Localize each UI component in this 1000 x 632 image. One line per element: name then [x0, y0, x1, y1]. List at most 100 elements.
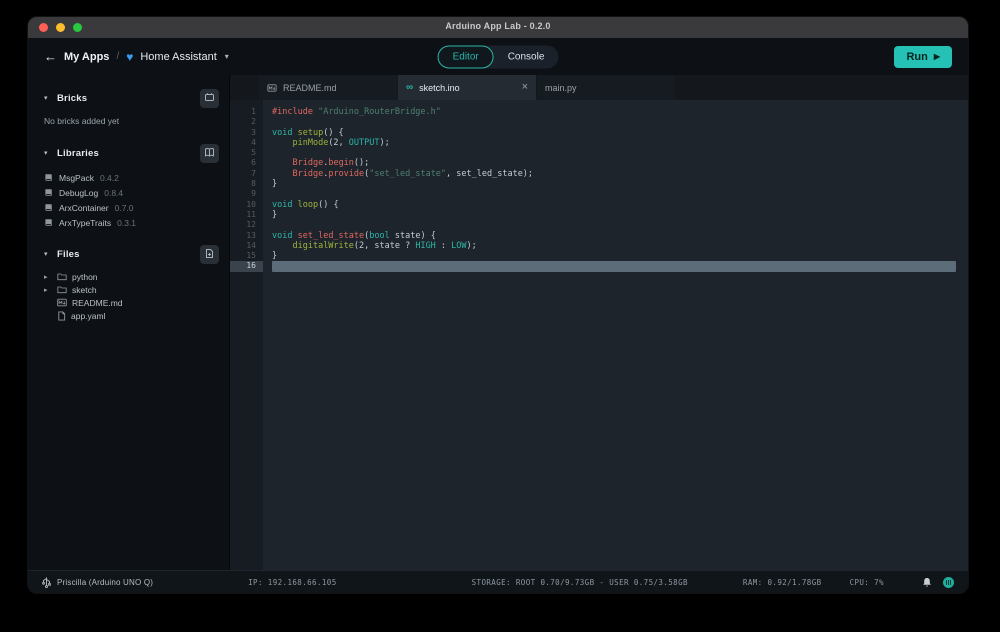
book-icon [44, 218, 53, 227]
editor-tab-bar: README.md ∞ sketch.ino × main.py [230, 75, 968, 100]
code-line[interactable] [272, 261, 956, 272]
device-status[interactable]: Priscilla (Arduino UNO Q) [42, 576, 153, 588]
chevron-right-icon[interactable]: ▸ [44, 273, 52, 281]
breadcrumb-app-name[interactable]: Home Assistant [140, 51, 216, 63]
book-icon [44, 188, 53, 197]
add-file-button[interactable] [200, 244, 219, 264]
bricks-section-title: Bricks [57, 92, 88, 104]
library-version: 0.3.1 [117, 217, 137, 228]
file-name: app.yaml [71, 310, 106, 321]
code-lines[interactable]: #include "Arduino_RouterBridge.h" void s… [263, 100, 968, 570]
status-bar: Priscilla (Arduino UNO Q) IP: 192.168.66… [28, 570, 968, 593]
markdown-file-icon [57, 298, 67, 307]
code-line[interactable]: void setup() { [272, 128, 968, 138]
folder-icon [57, 272, 67, 281]
library-item[interactable]: ArxContainer 0.7.0 [44, 200, 229, 215]
library-version: 0.8.4 [104, 187, 124, 198]
line-number: 14 [246, 240, 256, 250]
bricks-section-header[interactable]: ▾ Bricks [44, 88, 219, 108]
code-line[interactable]: pinMode(2, OUTPUT); [272, 138, 968, 148]
arduino-sketch-icon: ∞ [406, 81, 414, 93]
file-name: sketch [72, 284, 97, 295]
editor-panel: README.md ∞ sketch.ino × main.py 1 2 3 4 5 6 7 8 9 10… [230, 75, 968, 570]
add-library-button[interactable] [200, 143, 219, 163]
line-number: 7 [251, 168, 256, 178]
code-editor[interactable]: 1 2 3 4 5 6 7 8 9 10 11 12 13 14 15 16 #include "Arduin… [230, 100, 968, 570]
ram-stat: RAM: 0.92/1.78GB [742, 577, 822, 587]
libraries-section-title: Libraries [57, 147, 99, 159]
library-item[interactable]: MsgPack 0.4.2 [44, 170, 229, 185]
editor-tab-main-py[interactable]: main.py [537, 75, 675, 100]
line-number: 12 [246, 220, 256, 230]
library-item[interactable]: ArxTypeTraits 0.3.1 [44, 215, 229, 230]
code-line[interactable]: } [272, 251, 968, 261]
line-number: 15 [246, 251, 256, 261]
code-line[interactable]: digitalWrite(2, state ? HIGH : LOW); [272, 241, 968, 251]
library-version: 0.7.0 [114, 202, 134, 213]
chevron-right-icon[interactable]: ▸ [44, 286, 52, 294]
code-line[interactable]: void loop() { [272, 200, 968, 210]
storage-stat: STORAGE: ROOT 0.70/9.73GB - USER 0.75/3.… [471, 577, 688, 587]
add-brick-button[interactable] [200, 88, 219, 108]
title-bar[interactable]: Arduino App Lab - 0.2.0 [28, 17, 968, 38]
code-line[interactable]: } [272, 210, 968, 220]
library-name: MsgPack [59, 172, 94, 183]
bricks-empty-message: No bricks added yet [44, 116, 120, 126]
view-toggle: Editor Console [437, 45, 559, 68]
window-title: Arduino App Lab - 0.2.0 [445, 21, 551, 31]
run-button[interactable]: Run ▶ [894, 45, 952, 68]
line-number: 5 [251, 148, 256, 158]
back-arrow-icon[interactable]: ← [44, 49, 57, 64]
close-icon[interactable]: × [522, 82, 528, 93]
code-line[interactable] [272, 189, 968, 199]
chevron-down-icon[interactable]: ▾ [44, 250, 57, 258]
code-line[interactable]: Bridge.begin(); [272, 158, 968, 168]
breadcrumb-my-apps[interactable]: My Apps [64, 51, 109, 63]
libraries-section-header[interactable]: ▾ Libraries [44, 143, 219, 163]
editor-tab-readme-md[interactable]: README.md [259, 75, 397, 100]
device-name: Priscilla (Arduino UNO Q) [57, 577, 154, 587]
library-name: ArxContainer [59, 202, 109, 213]
book-icon [44, 203, 53, 212]
line-number: 2 [251, 117, 256, 127]
code-line[interactable] [272, 148, 968, 158]
chevron-down-icon[interactable]: ▾ [44, 149, 57, 157]
library-item[interactable]: DebugLog 0.8.4 [44, 185, 229, 200]
sidebar: ▾ Bricks No bricks added yet ▾ Libraries [28, 75, 230, 570]
tab-console[interactable]: Console [494, 45, 559, 68]
book-icon [44, 173, 53, 182]
line-number: 9 [251, 189, 256, 199]
folder-item-sketch[interactable]: ▸ sketch [44, 283, 229, 296]
desktop-background: Arduino App Lab - 0.2.0 ← My Apps / ♥ Ho… [0, 0, 1000, 632]
file-item-readme-md[interactable]: README.md [44, 296, 229, 309]
chevron-down-icon[interactable]: ▾ [225, 52, 229, 61]
folder-item-python[interactable]: ▸ python [44, 270, 229, 283]
bell-icon[interactable] [922, 577, 932, 588]
file-plus-icon [204, 247, 215, 262]
ip-address: IP: 192.168.66.105 [248, 577, 337, 587]
editor-tab-sketch-ino[interactable]: ∞ sketch.ino × [398, 75, 536, 100]
top-nav: ← My Apps / ♥ Home Assistant ▾ Editor Co… [28, 38, 968, 75]
chevron-down-icon[interactable]: ▾ [44, 94, 57, 102]
code-line[interactable]: void set_led_state(bool state) { [272, 231, 968, 241]
code-line[interactable]: } [272, 179, 968, 189]
code-line[interactable] [272, 220, 968, 230]
folder-icon [57, 285, 67, 294]
files-section-header[interactable]: ▾ Files [44, 244, 219, 264]
code-line[interactable] [272, 117, 968, 127]
line-number: 3 [251, 127, 256, 137]
tab-label: README.md [283, 82, 337, 93]
line-number: 4 [251, 137, 256, 147]
status-bar-icons [922, 576, 954, 588]
file-item-app-yaml[interactable]: app.yaml [44, 309, 229, 322]
status-indicator-icon[interactable] [943, 576, 954, 588]
content-area: ▾ Bricks No bricks added yet ▾ Libraries [28, 75, 968, 570]
code-line[interactable]: Bridge.provide("set_led_state", set_led_… [272, 169, 968, 179]
tab-editor[interactable]: Editor [437, 45, 494, 68]
code-line[interactable]: #include "Arduino_RouterBridge.h" [272, 107, 968, 117]
line-number: 1 [251, 107, 256, 116]
line-number: 11 [246, 209, 256, 219]
line-number: 13 [246, 230, 256, 240]
heart-icon: ♥ [126, 49, 134, 64]
file-name: python [72, 271, 98, 282]
